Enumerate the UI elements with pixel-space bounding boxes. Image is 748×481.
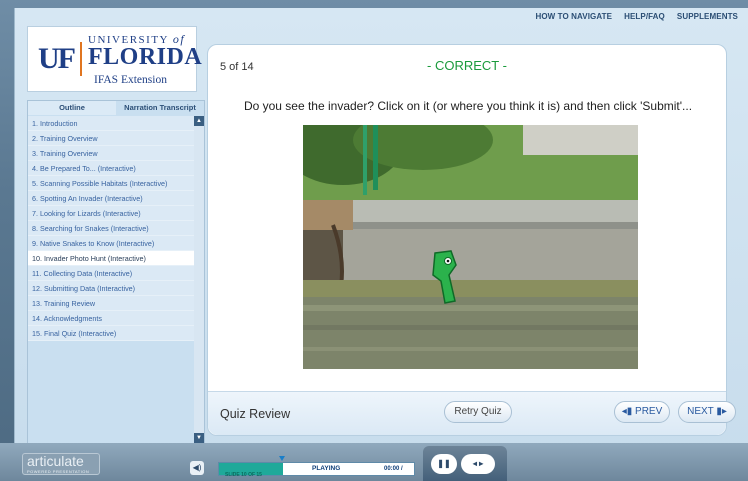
how-to-navigate-link[interactable]: HOW TO NAVIGATE — [535, 12, 612, 21]
invader-photo[interactable] — [303, 125, 638, 369]
sidebar-item[interactable]: 5. Scanning Possible Habitats (Interacti… — [28, 176, 194, 191]
next-button[interactable]: NEXT ▮▸ — [678, 401, 736, 423]
sidebar-item[interactable]: 8. Searching for Snakes (Interactive) — [28, 221, 194, 236]
sidebar-item[interactable]: 7. Looking for Lizards (Interactive) — [28, 206, 194, 221]
player-bar: articulate POWERED PRESENTATION ◀) SLIDE… — [0, 443, 748, 481]
question-text: Do you see the invader? Click on it (or … — [243, 99, 693, 113]
sidebar-item[interactable]: 2. Training Overview — [28, 131, 194, 146]
supplements-link[interactable]: SUPPLEMENTS — [677, 12, 738, 21]
slide-footer: Quiz Review Retry Quiz ◂▮ PREV NEXT ▮▸ — [208, 391, 736, 435]
pause-icon[interactable]: ❚❚ — [431, 454, 457, 474]
correct-status: - CORRECT - — [427, 58, 507, 73]
prev-button[interactable]: ◂▮ PREV — [614, 401, 670, 423]
slide-panel: 5 of 14 - CORRECT - Do you see the invad… — [207, 44, 736, 436]
logo-ifas: IFAS Extension — [94, 73, 167, 86]
playing-status: PLAYING — [312, 465, 341, 472]
tab-outline[interactable]: Outline — [28, 101, 116, 115]
photo-scene — [303, 125, 638, 369]
sidebar-item[interactable]: 15. Final Quiz (Interactive) — [28, 326, 194, 341]
articulate-sub: POWERED PRESENTATION — [27, 469, 90, 474]
slide-label: SLIDE 10 OF 15 — [225, 472, 262, 478]
sidebar-item[interactable]: 6. Spotting An Invader (Interactive) — [28, 191, 194, 206]
scroll-up-icon[interactable]: ▲ — [194, 116, 204, 126]
sidebar-item[interactable]: 11. Collecting Data (Interactive) — [28, 266, 194, 281]
scroll-down-icon[interactable]: ▼ — [194, 433, 204, 443]
retry-quiz-button[interactable]: Retry Quiz — [444, 401, 512, 423]
top-links: HOW TO NAVIGATE HELP/FAQ SUPPLEMENTS — [535, 12, 738, 21]
articulate-brand: articulate — [27, 453, 84, 469]
rewind-forward-icon[interactable]: ◂ ▸ — [461, 454, 495, 474]
logo-florida: FLORIDA — [88, 43, 203, 70]
tab-narration-transcript[interactable]: Narration Transcript — [116, 101, 204, 115]
sidebar-item[interactable]: 14. Acknowledgments — [28, 311, 194, 326]
playback-controls: ❚❚ ◂ ▸ — [423, 446, 507, 481]
uf-ifas-logo: UF UNIVERSITY of FLORIDA IFAS Extension — [27, 26, 202, 92]
sidebar-item[interactable]: 4. Be Prepared To... (Interactive) — [28, 161, 194, 176]
sidebar-item[interactable]: 10. Invader Photo Hunt (Interactive) — [28, 251, 194, 266]
help-faq-link[interactable]: HELP/FAQ — [624, 12, 665, 21]
sidebar-item[interactable]: 1. Introduction — [28, 116, 194, 131]
sidebar-item[interactable]: 12. Submitting Data (Interactive) — [28, 281, 194, 296]
outline-list: 1. Introduction 2. Training Overview 3. Tr… — [28, 116, 194, 341]
progress-marker-icon — [279, 456, 285, 461]
sidebar-item[interactable]: 9. Native Snakes to Know (Interactive) — [28, 236, 194, 251]
sidebar-item[interactable]: 13. Training Review — [28, 296, 194, 311]
sidebar-item[interactable]: 3. Training Overview — [28, 146, 194, 161]
outline-scrollbar[interactable]: ▲ ▼ — [194, 116, 204, 443]
progress-fill: SLIDE 10 OF 15 — [219, 463, 284, 478]
progress-bar[interactable]: SLIDE 10 OF 15 PLAYING 00:00 / — [218, 462, 415, 478]
quiz-review-title: Quiz Review — [220, 407, 291, 421]
uf-mark: UF — [38, 42, 82, 76]
sidebar: Outline Narration Transcript 1. Introduc… — [27, 100, 205, 444]
time-readout: 00:00 / — [384, 466, 403, 472]
volume-icon[interactable]: ◀) — [190, 461, 204, 475]
sidebar-tabs: Outline Narration Transcript — [28, 101, 204, 115]
articulate-logo: articulate POWERED PRESENTATION — [22, 453, 100, 475]
